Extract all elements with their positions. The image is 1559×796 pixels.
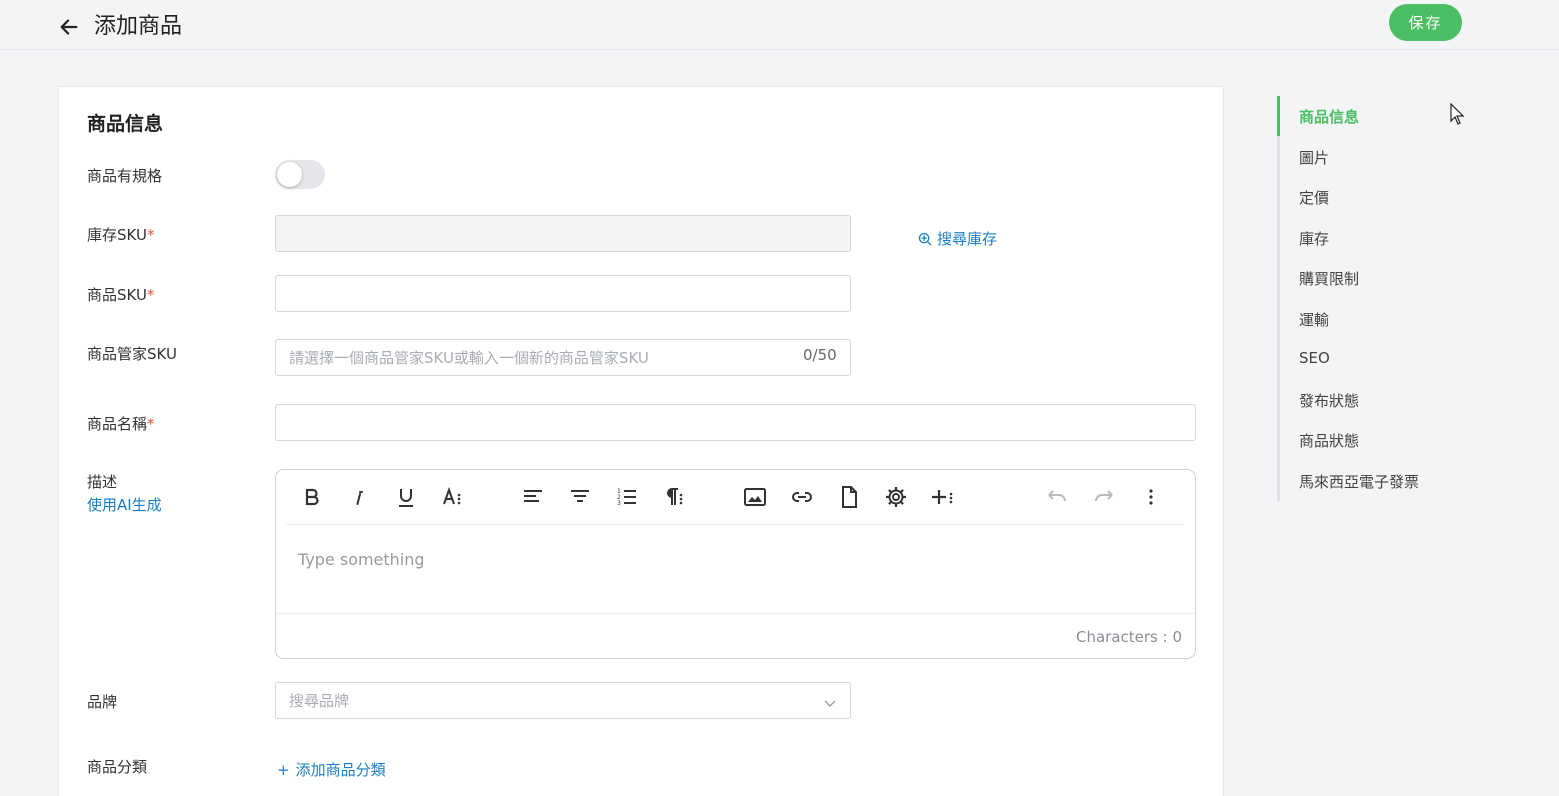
- mouse-cursor-icon: [1450, 103, 1464, 125]
- insert-more-icon[interactable]: [929, 483, 957, 511]
- required-mark: *: [146, 286, 155, 304]
- stock-sku-label-text: 庫存SKU: [87, 226, 147, 244]
- section-nav: 商品信息 圖片 定價 庫存 購買限制 運輸 SEO 發布狀態 商品狀態 馬來西亞…: [1277, 96, 1477, 501]
- nav-item-purchase-limit[interactable]: 購買限制: [1299, 268, 1359, 289]
- product-name-field[interactable]: [275, 404, 1196, 441]
- required-mark: *: [147, 415, 155, 433]
- has-spec-label: 商品有規格: [87, 167, 163, 185]
- undo-icon[interactable]: [1043, 483, 1071, 511]
- align-left-icon[interactable]: [519, 483, 547, 511]
- redo-icon[interactable]: [1090, 483, 1118, 511]
- product-info-card: 商品信息 商品有規格 庫存SKU* 搜尋庫存 商品SKU* 商品管家SKU 0/…: [58, 86, 1224, 796]
- ai-generate-link[interactable]: 使用AI生成: [87, 494, 162, 515]
- italic-icon[interactable]: [345, 483, 373, 511]
- required-mark: *: [146, 226, 155, 244]
- manager-sku-field[interactable]: [275, 339, 851, 376]
- brand-select[interactable]: [275, 682, 851, 719]
- nav-item-images[interactable]: 圖片: [1299, 147, 1329, 168]
- save-button[interactable]: 保存: [1389, 4, 1462, 41]
- section-title: 商品信息: [87, 113, 164, 135]
- gear-icon[interactable]: [882, 483, 910, 511]
- editor-content-area[interactable]: Type something: [298, 550, 425, 569]
- nav-item-seo[interactable]: SEO: [1299, 349, 1330, 367]
- svg-text:3: 3: [617, 500, 621, 507]
- underline-icon[interactable]: [392, 483, 420, 511]
- toggle-knob: [277, 162, 302, 187]
- editor-toolbar: 123: [286, 470, 1184, 525]
- more-vertical-icon[interactable]: [1137, 483, 1165, 511]
- editor-footer: Characters : 0: [276, 613, 1195, 659]
- paragraph-icon[interactable]: [660, 483, 688, 511]
- product-sku-field[interactable]: [275, 275, 851, 312]
- description-label: 描述: [87, 473, 118, 491]
- bold-icon[interactable]: [298, 483, 326, 511]
- product-name-label-text: 商品名稱: [87, 415, 148, 433]
- category-label: 商品分類: [87, 758, 148, 776]
- nav-item-publish-status[interactable]: 發布狀態: [1299, 390, 1359, 411]
- text-style-icon[interactable]: [439, 483, 467, 511]
- rich-text-editor: 123 Type something Characters : 0: [275, 469, 1196, 659]
- back-arrow-icon[interactable]: [58, 16, 80, 38]
- add-category-text: 添加商品分類: [295, 761, 386, 779]
- brand-label: 品牌: [87, 693, 118, 711]
- nav-item-product-info[interactable]: 商品信息: [1299, 106, 1359, 127]
- has-spec-toggle[interactable]: [275, 160, 325, 189]
- link-icon[interactable]: [788, 483, 816, 511]
- manager-sku-counter: 0/50: [803, 346, 837, 364]
- add-category-link[interactable]: + 添加商品分類: [277, 759, 386, 780]
- plus-icon: +: [277, 761, 290, 779]
- search-stock-text: 搜尋庫存: [937, 230, 998, 248]
- chevron-down-icon: [824, 700, 836, 707]
- ordered-list-icon[interactable]: 123: [613, 483, 641, 511]
- stock-sku-label: 庫存SKU*: [87, 224, 154, 245]
- nav-item-inventory[interactable]: 庫存: [1299, 228, 1329, 249]
- product-sku-label: 商品SKU*: [87, 284, 154, 305]
- product-sku-label-text: 商品SKU: [87, 286, 147, 304]
- character-count: Characters : 0: [1075, 628, 1182, 646]
- product-name-label: 商品名稱*: [87, 413, 155, 434]
- align-center-icon[interactable]: [566, 483, 594, 511]
- nav-item-einvoice[interactable]: 馬來西亞電子發票: [1299, 471, 1419, 492]
- zoom-in-icon: [918, 232, 932, 246]
- search-stock-link[interactable]: 搜尋庫存: [918, 228, 997, 249]
- file-icon[interactable]: [835, 483, 863, 511]
- manager-sku-label: 商品管家SKU: [87, 345, 177, 363]
- stock-sku-field[interactable]: [275, 215, 851, 252]
- page-title: 添加商品: [94, 14, 183, 39]
- top-bar: 添加商品 保存: [0, 0, 1559, 50]
- nav-active-indicator: [1277, 96, 1280, 136]
- nav-item-product-status[interactable]: 商品狀態: [1299, 430, 1359, 451]
- nav-item-shipping[interactable]: 運輸: [1299, 309, 1329, 330]
- nav-item-pricing[interactable]: 定價: [1299, 187, 1329, 208]
- image-icon[interactable]: [741, 483, 769, 511]
